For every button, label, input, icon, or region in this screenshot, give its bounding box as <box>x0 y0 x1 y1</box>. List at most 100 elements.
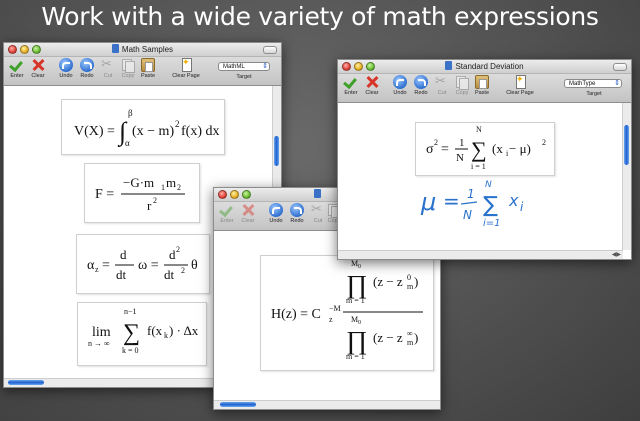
scroll-thumb[interactable] <box>624 125 629 165</box>
eq-text: (x − m) <box>132 124 174 139</box>
redo-icon <box>290 203 304 217</box>
x-icon <box>31 58 45 72</box>
clipboard-icon <box>141 58 155 72</box>
eq-text: k <box>164 331 168 340</box>
eq-text: 2 <box>181 266 185 275</box>
eq-text: = <box>102 258 110 273</box>
redo-icon <box>414 75 428 89</box>
checkmark-icon <box>220 203 234 217</box>
sigma-sign: ∑ <box>123 320 140 346</box>
minimize-icon[interactable] <box>230 190 239 199</box>
window-title: Math Samples <box>121 45 174 54</box>
eq-text: m = 1 <box>346 296 365 305</box>
handwriting-area[interactable]: μ = 1 N N ∑ i=1 x i <box>413 178 563 232</box>
equation-standard-deviation[interactable]: σ 2 = 1 N N ∑ i = 1 (x i − μ) 2 <box>415 122 555 176</box>
target-label: Target <box>586 91 602 97</box>
eq-text: (z − z <box>373 330 403 345</box>
target-label: Target <box>236 74 252 80</box>
horizontal-scrollbar[interactable] <box>214 400 440 409</box>
handwritten-fraction-bar <box>460 201 478 205</box>
paste-button[interactable]: Paste <box>136 58 160 79</box>
eq-text: ) <box>414 330 418 345</box>
eq-text: = <box>441 142 449 157</box>
scroll-thumb[interactable] <box>220 402 256 407</box>
copy-icon <box>455 75 469 90</box>
scissors-icon <box>435 73 449 89</box>
eq-text: m <box>407 282 414 291</box>
eq-text: dt <box>164 267 175 282</box>
toolbar-toggle-button[interactable] <box>263 46 277 54</box>
eq-text: N <box>456 152 464 164</box>
scroll-arrows-icon[interactable]: ◀▶ <box>612 251 621 258</box>
handwritten-text: i=1 <box>483 218 501 229</box>
eq-text: − μ) <box>509 141 531 156</box>
target-select[interactable]: MathType <box>564 79 622 88</box>
clear-page-icon <box>513 74 527 89</box>
vertical-scrollbar[interactable] <box>622 103 631 250</box>
eq-text: 2 <box>434 138 438 147</box>
title-bar[interactable]: Standard Deviation <box>338 60 631 74</box>
handwritten-text: μ <box>420 188 436 216</box>
close-icon[interactable] <box>218 190 227 199</box>
eq-text: d <box>169 247 176 262</box>
eq-text: dt <box>116 267 127 282</box>
zoom-icon[interactable] <box>242 190 251 199</box>
document-icon <box>314 189 321 198</box>
scroll-thumb[interactable] <box>274 136 279 166</box>
clear-button[interactable]: Clear <box>26 58 50 79</box>
eq-text: α <box>125 138 130 148</box>
eq-text: m <box>166 175 176 190</box>
eq-text: V(X) = <box>74 124 115 139</box>
clear-page-icon <box>179 57 193 72</box>
eq-text: i = 1 <box>471 162 486 171</box>
checkmark-icon <box>10 58 24 72</box>
scroll-thumb[interactable] <box>8 380 44 385</box>
eq-text: ) <box>414 274 418 289</box>
toolbar: Enter Clear Undo Redo Cut Copy Paste Cle… <box>338 73 631 103</box>
window-title: Standard Deviation <box>455 62 524 71</box>
eq-text: ∞ <box>407 329 413 338</box>
copy-icon <box>121 58 135 73</box>
redo-icon <box>80 58 94 72</box>
toolbar-toggle-button[interactable] <box>613 63 627 71</box>
handwritten-text: N <box>485 180 492 190</box>
document-icon <box>445 61 453 70</box>
undo-icon <box>59 58 73 72</box>
clipboard-icon <box>475 75 489 89</box>
eq-text: z <box>329 315 333 324</box>
product-sign: ∏ <box>346 270 367 299</box>
eq-text: n → ∞ <box>88 339 110 348</box>
eq-text: m <box>407 338 414 347</box>
eq-text: 1 <box>161 183 165 192</box>
target-select[interactable]: MathML <box>218 62 270 71</box>
handwritten-text: N <box>463 208 472 222</box>
eq-text: 2 <box>542 138 546 147</box>
paste-button[interactable]: Paste <box>470 75 494 96</box>
eq-text: f(x) dx <box>181 124 220 139</box>
clear-page-button[interactable]: Clear Page <box>169 57 203 79</box>
eq-text: lim <box>92 325 111 340</box>
eq-text: k = 0 <box>122 346 139 355</box>
eq-text: f(x <box>147 323 163 338</box>
horizontal-scrollbar[interactable]: ◀▶ <box>338 250 623 259</box>
equation-variance[interactable]: V(X) = ∫ β α (x − m) 2 f(x) dx <box>61 99 225 155</box>
equation-angular[interactable]: α z = d dt ω = d 2 dt 2 θ <box>76 234 210 294</box>
equation-force[interactable]: F = −G·m 1 m 2 r 2 <box>84 163 200 223</box>
standard-deviation-window: Standard Deviation Enter Clear Undo Redo… <box>337 59 632 260</box>
eq-text: 1 <box>459 137 465 149</box>
title-bar[interactable]: Math Samples <box>4 43 281 57</box>
equation-transfer-function[interactable]: H(z) = C z −M M 0 ∏ m = 1 (z − z m 0 ) M… <box>260 255 434 371</box>
clear-button[interactable]: Clear <box>360 75 384 96</box>
eq-text: ω = <box>138 258 159 273</box>
handwritten-text: x <box>508 191 519 210</box>
handwritten-text: 1 <box>467 187 475 201</box>
eq-text: (x <box>492 141 503 156</box>
eq-text: −M <box>329 304 341 313</box>
clear-button[interactable]: Clear <box>236 203 260 224</box>
eq-text: ) · Δx <box>169 323 199 338</box>
clear-page-button[interactable]: Clear Page <box>503 74 537 96</box>
eq-text: z <box>95 265 99 274</box>
equation-riemann-sum[interactable]: lim n → ∞ n−1 ∑ k = 0 f(x k ) · Δx <box>77 302 207 366</box>
scissors-icon <box>101 56 115 72</box>
eq-text: α <box>87 258 95 273</box>
